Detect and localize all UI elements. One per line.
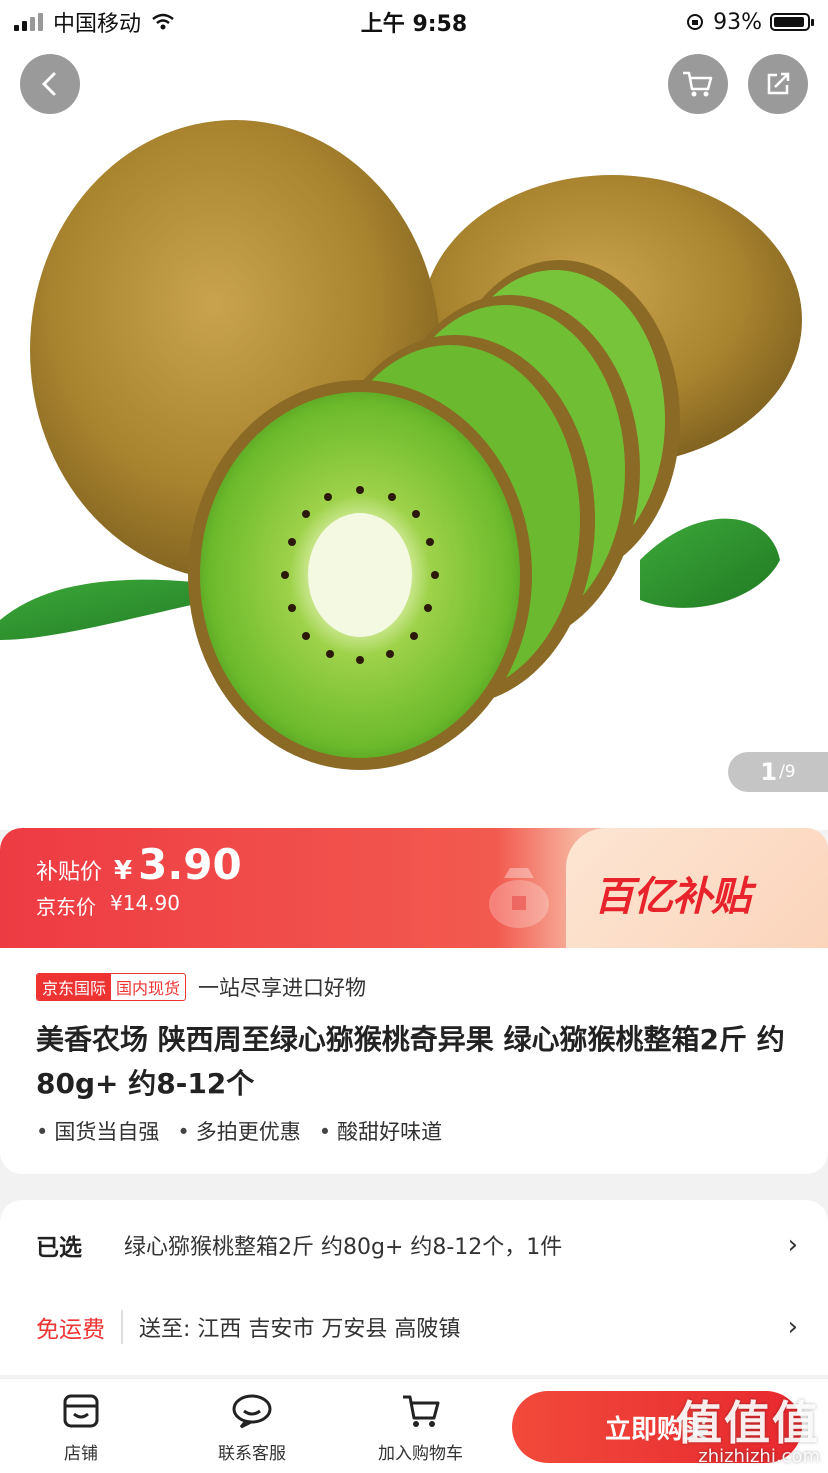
tag-domestic-stock: 国内现货 (116, 979, 181, 998)
page-current: 1 (760, 758, 778, 786)
selling-point: 多拍更优惠 (177, 1116, 301, 1146)
watermark-logo: 值值值 (676, 1396, 820, 1450)
watermark: 值值值 zhizhizhi.com (676, 1400, 820, 1467)
bottom-action-bar: 店铺 联系客服 加入购物车 立即购买 值值值 zhizhizhi.com (0, 1378, 828, 1473)
product-image-carousel[interactable]: 1 /9 (0, 0, 828, 830)
origin-tag: 京东国际 国内现货 (36, 973, 187, 1001)
shipping-row[interactable]: 免运费 送至: 江西 吉安市 万安县 高陂镇 › (36, 1310, 798, 1344)
cart-icon (402, 1395, 439, 1427)
store-label: 店铺 (64, 1444, 98, 1464)
back-button[interactable] (20, 54, 80, 114)
cart-icon (683, 71, 713, 97)
watermark-domain: zhizhizhi.com (698, 1446, 820, 1467)
selected-value: 绿心猕猴桃整箱2斤 约80g+ 约8-12个，1件 (124, 1235, 563, 1260)
subsidy-price-label: 补贴价 (36, 860, 103, 885)
customer-service-button[interactable]: 联系客服 (218, 1393, 286, 1464)
chevron-right-icon: › (787, 1230, 798, 1260)
tag-jd-international: 京东国际 (37, 974, 112, 1000)
image-page-indicator: 1 /9 (728, 752, 828, 792)
chat-icon (232, 1394, 272, 1429)
brand-logo-text: 百亿补贴 (594, 874, 751, 920)
wifi-icon (152, 13, 174, 30)
cart-shortcut-button[interactable] (668, 54, 728, 114)
signal-icon (14, 13, 43, 31)
selling-point: 国货当自强 (36, 1116, 159, 1146)
chevron-left-icon (41, 72, 56, 96)
selling-point: 酸甜好味道 (319, 1116, 442, 1146)
service-label: 联系客服 (218, 1444, 286, 1464)
orientation-lock-icon (687, 14, 704, 30)
share-icon (767, 72, 790, 95)
product-info-card: 京东国际 国内现货 一站尽享进口好物 美香农场 陕西周至绿心猕猴桃奇异果 绿心猕… (0, 948, 828, 1174)
options-card: 已选 绿心猕猴桃整箱2斤 约80g+ 约8-12个，1件 › 免运费 送至: 江… (0, 1200, 828, 1375)
kiwi-product-photo (0, 120, 802, 770)
add-to-cart-button[interactable]: 加入购物车 (378, 1393, 463, 1464)
carrier-name: 中国移动 (53, 12, 142, 37)
price-banner: 补贴价 ¥ 3.90 京东价 ¥14.90 百亿补贴 (0, 828, 828, 948)
store-button[interactable]: 店铺 (62, 1393, 100, 1464)
product-title: 美香农场 陕西周至绿心猕猴桃奇异果 绿心猕猴桃整箱2斤 约80g+ 约8-12个 (36, 1023, 785, 1100)
selling-points: 国货当自强 多拍更优惠 酸甜好味道 (36, 1116, 442, 1146)
jd-price: ¥14.90 (110, 891, 180, 915)
share-button[interactable] (748, 54, 808, 114)
store-icon (63, 1394, 99, 1428)
cart-label: 加入购物车 (378, 1444, 463, 1464)
delivery-address: 送至: 江西 吉安市 万安县 高陂镇 (139, 1317, 461, 1342)
chevron-right-icon: › (787, 1312, 798, 1342)
free-shipping-label: 免运费 (36, 1310, 123, 1344)
currency-symbol: ¥ (114, 856, 133, 886)
status-bar: 中国移动 上午 9:58 93% (0, 0, 828, 44)
battery-icon (770, 13, 814, 31)
subsidy-price: 3.90 (138, 840, 242, 889)
selected-spec-row[interactable]: 已选 绿心猕猴桃整箱2斤 约80g+ 约8-12个，1件 › (36, 1228, 798, 1262)
battery-percent: 93% (713, 9, 762, 35)
selected-label: 已选 (36, 1235, 82, 1261)
money-bag-icon (489, 868, 549, 928)
tag-slogan: 一站尽享进口好物 (198, 976, 367, 1000)
brand-panel: 百亿补贴 (566, 828, 828, 948)
page-total: 9 (784, 762, 796, 782)
jd-price-label: 京东价 (36, 895, 96, 919)
